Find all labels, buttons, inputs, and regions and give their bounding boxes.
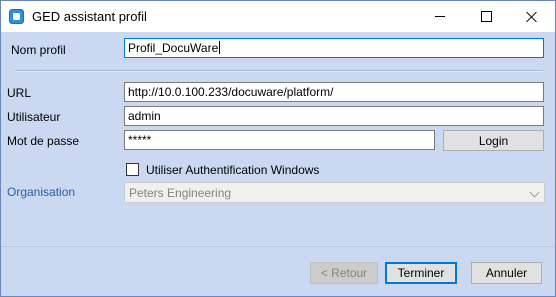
minimize-icon [435, 16, 445, 17]
back-button-label: < Retour [320, 266, 368, 280]
password-label: Mot de passe [7, 134, 80, 148]
minimize-button[interactable] [417, 1, 463, 32]
user-input[interactable]: admin [124, 106, 544, 126]
app-icon [9, 9, 24, 24]
password-value: ***** [128, 133, 152, 147]
user-label: Utilisateur [7, 110, 61, 124]
profile-name-value: Profil_DocuWare [128, 41, 219, 55]
close-icon [526, 11, 538, 23]
url-label: URL [7, 86, 32, 100]
maximize-button[interactable] [463, 1, 509, 32]
cancel-button-label: Annuler [485, 266, 528, 280]
password-input[interactable]: ***** [124, 130, 435, 150]
organisation-label: Organisation [7, 185, 76, 199]
dialog-window: GED assistant profil Nom profil Profil_D… [0, 0, 556, 297]
back-button: < Retour [310, 262, 378, 284]
windows-auth-label[interactable]: Utiliser Authentification Windows [146, 163, 319, 177]
title-bar[interactable]: GED assistant profil [1, 1, 555, 32]
url-value: http://10.0.100.233/docuware/platform/ [128, 85, 334, 99]
profile-name-label: Nom profil [11, 43, 66, 57]
login-button-label: Login [478, 133, 509, 148]
organisation-value: Peters Engineering [129, 186, 232, 200]
finish-button[interactable]: Terminer [385, 262, 457, 284]
chevron-down-icon [529, 187, 540, 198]
close-button[interactable] [509, 1, 555, 32]
text-caret [219, 41, 221, 54]
maximize-icon [480, 11, 492, 22]
window-title: GED assistant profil [32, 9, 147, 24]
url-input[interactable]: http://10.0.100.233/docuware/platform/ [124, 82, 544, 102]
user-value: admin [128, 109, 161, 123]
profile-name-input[interactable]: Profil_DocuWare [124, 38, 544, 58]
footer-divider [1, 246, 555, 247]
login-button[interactable]: Login [443, 130, 544, 151]
section-divider [15, 70, 543, 72]
cancel-button[interactable]: Annuler [471, 262, 542, 284]
finish-button-label: Terminer [397, 266, 445, 280]
organisation-select: Peters Engineering [124, 182, 545, 203]
windows-auth-checkbox[interactable] [126, 163, 139, 176]
